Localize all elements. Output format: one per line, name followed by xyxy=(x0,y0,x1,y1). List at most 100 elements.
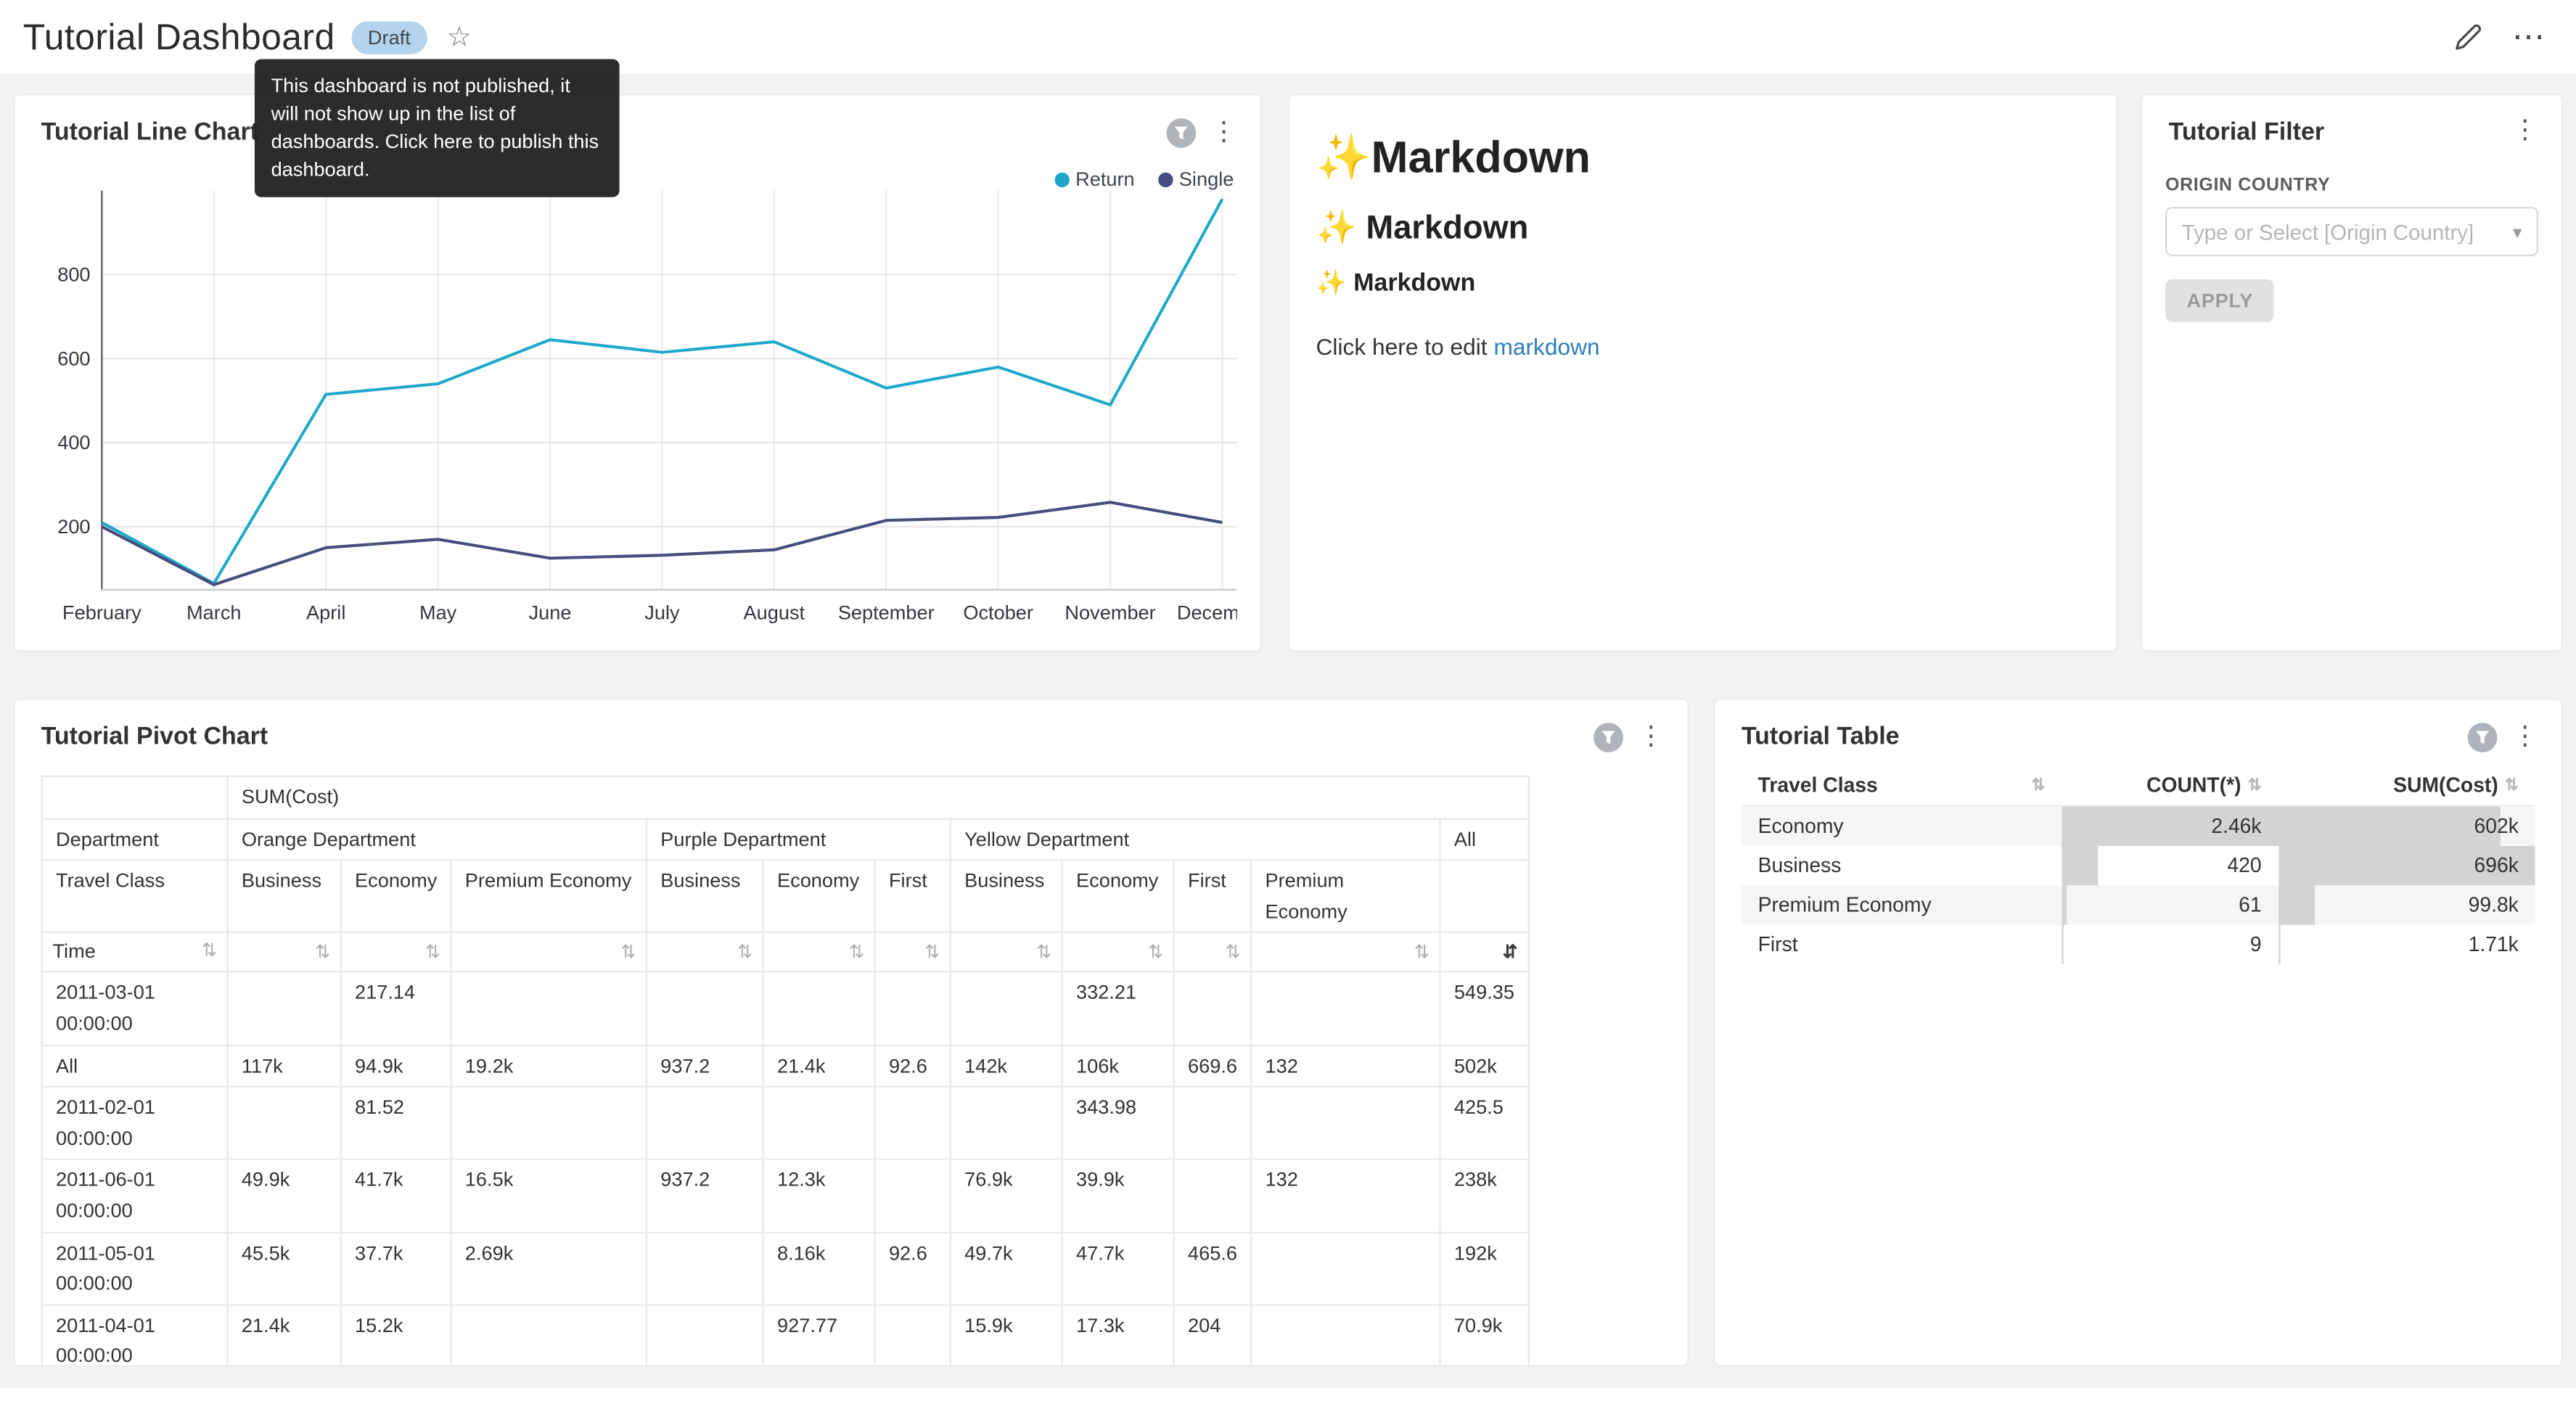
pivot-row: 2011-05-01 00:00:0045.5k37.7k2.69k8.16k9… xyxy=(42,1232,1528,1305)
col-header-travel-class[interactable]: Travel Class⇅ xyxy=(1742,765,2062,805)
pivot-sort-cell[interactable]: ⇅ xyxy=(951,933,1062,972)
sort-icon[interactable]: ⇅ xyxy=(1414,943,1429,963)
cell-count: 420 xyxy=(2062,845,2278,884)
pivot-cell: 12.3k xyxy=(763,1159,875,1232)
bottom-strip xyxy=(0,1388,2576,1401)
chart-menu-icon[interactable]: ⋮ xyxy=(2512,118,2538,144)
pivot-col-header: Economy xyxy=(763,860,875,933)
y-axis-tick: 200 xyxy=(57,515,90,538)
pivot-col-header: Premium Economy xyxy=(451,860,647,933)
pivot-chart-title: Tutorial Pivot Chart xyxy=(41,723,268,750)
edit-icon[interactable] xyxy=(2455,23,2482,51)
pivot-cell: 132 xyxy=(1251,1159,1440,1232)
pivot-cell xyxy=(951,1087,1062,1159)
sort-icon[interactable]: ⇅ xyxy=(2248,776,2262,794)
card-header: Tutorial Filter ⋮ xyxy=(2142,95,2561,146)
pivot-cell: 70.9k xyxy=(1440,1305,1529,1366)
pivot-cell: 47.7k xyxy=(1062,1232,1174,1305)
pivot-row: 2011-04-01 00:00:0021.4k15.2k927.7715.9k… xyxy=(42,1305,1528,1366)
more-actions-icon[interactable]: ⋯ xyxy=(2512,17,2547,58)
pivot-sort-cell[interactable]: ⇅ xyxy=(341,933,451,972)
chart-menu-icon[interactable]: ⋮ xyxy=(1211,120,1237,146)
cross-filter-icon[interactable] xyxy=(1167,118,1197,148)
pivot-sort-cell[interactable]: ⇅ xyxy=(647,933,763,972)
sort-icon[interactable]: ⇅ xyxy=(2032,776,2046,794)
x-axis-label: June xyxy=(529,601,572,624)
pivot-cell: 19.2k xyxy=(451,1045,647,1087)
status-badge[interactable]: Draft xyxy=(351,20,427,53)
pivot-cell: 549.35 xyxy=(1440,972,1529,1045)
pivot-time-label: Time xyxy=(52,937,95,967)
x-axis-label: July xyxy=(644,601,680,624)
pivot-cell xyxy=(875,1087,951,1159)
pivot-cell: 192k xyxy=(1440,1232,1529,1305)
sort-icon[interactable]: ⇅ xyxy=(620,943,636,963)
pivot-cell xyxy=(647,1305,763,1366)
pivot-corner-cell xyxy=(42,776,228,818)
publish-tooltip[interactable]: This dashboard is not published, it will… xyxy=(255,59,620,197)
pivot-col-header xyxy=(1440,860,1529,933)
value-bar xyxy=(2062,845,2099,884)
pivot-cell: 132 xyxy=(1251,1045,1440,1087)
sort-icon[interactable]: ⇅ xyxy=(1036,943,1051,963)
pivot-row-header: 2011-03-01 00:00:00 xyxy=(42,972,228,1045)
sort-icon[interactable]: ⇅ xyxy=(924,943,940,963)
pivot-metric-label: SUM(Cost) xyxy=(228,776,1529,818)
cell-sum: 1.71k xyxy=(2278,924,2535,964)
filter-card: Tutorial Filter ⋮ ORIGIN COUNTRY Type or… xyxy=(2141,94,2563,652)
pivot-cell: 45.5k xyxy=(228,1232,341,1305)
pivot-cell: 204 xyxy=(1174,1305,1251,1366)
pivot-sort-cell[interactable]: ⇅ xyxy=(228,933,341,972)
x-axis-label: April xyxy=(306,601,345,624)
markdown-link[interactable]: markdown xyxy=(1493,334,1599,360)
pivot-cell xyxy=(875,972,951,1045)
cell-count: 61 xyxy=(2062,884,2278,924)
pivot-row: 2011-03-01 00:00:00217.14332.21549.35 xyxy=(42,972,1528,1045)
sort-icon[interactable]: ⇅ xyxy=(315,943,330,963)
pivot-cell: 2.69k xyxy=(451,1232,647,1305)
pivot-sort-cell[interactable]: ⇅ xyxy=(1174,933,1251,972)
pivot-sort-cell[interactable]: ⇅ xyxy=(1251,933,1440,972)
pivot-cell xyxy=(763,972,875,1045)
pivot-sort-cell[interactable]: ⇵ xyxy=(1440,933,1529,972)
sort-icon[interactable]: ⇅ xyxy=(1226,943,1241,963)
cell-travel-class: Premium Economy xyxy=(1742,884,2062,924)
pivot-cell: 94.9k xyxy=(341,1045,451,1087)
sort-icon[interactable]: ⇅ xyxy=(737,943,752,963)
pivot-cell xyxy=(647,1087,763,1159)
pivot-cell: 8.16k xyxy=(763,1232,875,1305)
pivot-cell: 465.6 xyxy=(1174,1232,1251,1305)
sort-icon[interactable]: ⇅ xyxy=(425,943,440,963)
pivot-cell: 937.2 xyxy=(647,1159,763,1232)
chevron-down-icon: ▾ xyxy=(2513,221,2522,242)
origin-country-select[interactable]: Type or Select [Origin Country] ▾ xyxy=(2165,207,2538,256)
col-header-sum[interactable]: SUM(Cost)⇅ xyxy=(2278,765,2535,805)
data-table: Travel Class⇅COUNT(*)⇅SUM(Cost)⇅Economy2… xyxy=(1742,765,2535,964)
sort-icon[interactable]: ⇅ xyxy=(1148,943,1163,963)
pivot-cell: 106k xyxy=(1062,1045,1174,1087)
pivot-sort-cell[interactable]: ⇅ xyxy=(763,933,875,972)
cross-filter-icon[interactable] xyxy=(2468,723,2498,752)
sort-icon[interactable]: ⇵ xyxy=(1503,943,1518,963)
pivot-cell: 343.98 xyxy=(1062,1087,1174,1159)
apply-button[interactable]: APPLY xyxy=(2165,279,2274,322)
chart-menu-icon[interactable]: ⋮ xyxy=(2512,724,2538,750)
chart-menu-icon[interactable]: ⋮ xyxy=(1638,724,1664,750)
pivot-row-dim[interactable]: Time ⇅ xyxy=(42,933,228,972)
col-header-count[interactable]: COUNT(*)⇅ xyxy=(2062,765,2278,805)
cell-travel-class: First xyxy=(1742,924,2062,964)
sort-icon[interactable]: ⇅ xyxy=(849,943,864,963)
pivot-sort-cell[interactable]: ⇅ xyxy=(1062,933,1174,972)
favorite-star-icon[interactable]: ☆ xyxy=(447,20,472,53)
pivot-dim-label: Travel Class xyxy=(42,860,228,933)
pivot-sort-cell[interactable]: ⇅ xyxy=(875,933,951,972)
pivot-cell xyxy=(451,1087,647,1159)
x-axis-label: October xyxy=(963,601,1033,624)
pivot-sort-cell[interactable]: ⇅ xyxy=(451,933,647,972)
value-bar xyxy=(2062,884,2067,924)
sort-icon[interactable]: ⇅ xyxy=(2505,776,2519,794)
sort-icon[interactable]: ⇅ xyxy=(202,938,217,966)
pivot-cell xyxy=(228,1087,341,1159)
cross-filter-icon[interactable] xyxy=(1593,723,1623,752)
pivot-col-header: Business xyxy=(228,860,341,933)
